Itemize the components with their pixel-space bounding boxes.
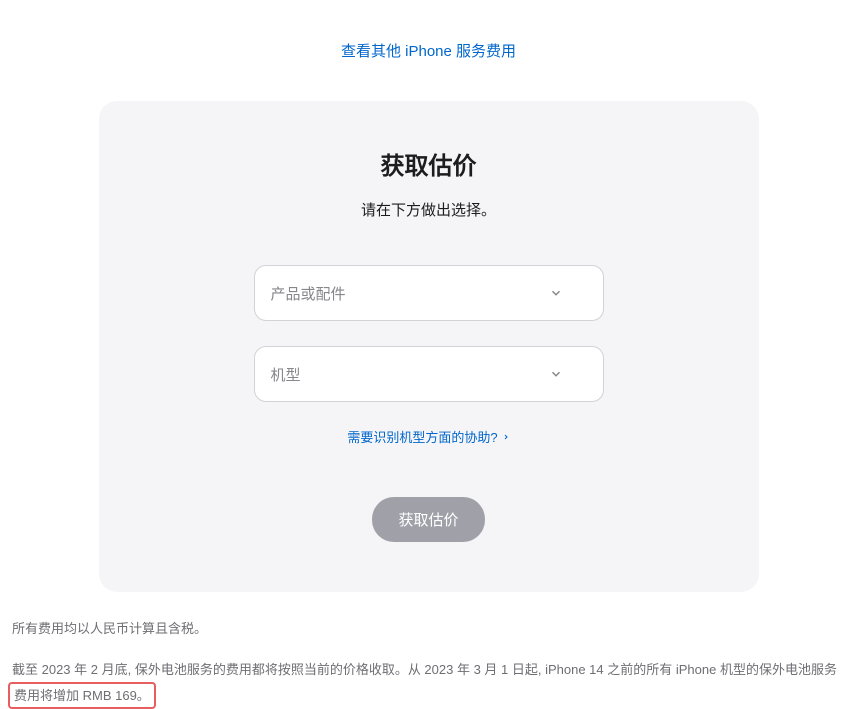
footer-note-tax: 所有费用均以人民币计算且含税。 — [12, 617, 845, 640]
model-select[interactable]: 机型 — [254, 346, 604, 402]
chevron-down-icon — [549, 286, 563, 300]
footer-notes: 所有费用均以人民币计算且含税。 截至 2023 年 2 月底, 保外电池服务的费… — [0, 617, 857, 709]
model-select-placeholder: 机型 — [271, 364, 301, 385]
footer-note-price-change: 截至 2023 年 2 月底, 保外电池服务的费用都将按照当前的价格收取。从 2… — [12, 658, 845, 709]
price-increase-highlight: 费用将增加 RMB 169。 — [8, 682, 156, 709]
other-iphone-services-link[interactable]: 查看其他 iPhone 服务费用 — [341, 43, 516, 60]
product-select[interactable]: 产品或配件 — [254, 265, 604, 321]
get-estimate-button[interactable]: 获取估价 — [372, 497, 484, 542]
chevron-right-icon — [502, 429, 510, 444]
estimate-card: 获取估价 请在下方做出选择。 产品或配件 机型 — [99, 101, 759, 592]
product-select-placeholder: 产品或配件 — [271, 283, 346, 304]
card-title: 获取估价 — [149, 146, 709, 181]
chevron-down-icon — [549, 367, 563, 381]
identify-model-help-link[interactable]: 需要识别机型方面的协助? — [347, 427, 509, 446]
card-subtitle: 请在下方做出选择。 — [149, 199, 709, 220]
help-link-label: 需要识别机型方面的协助? — [347, 427, 497, 446]
